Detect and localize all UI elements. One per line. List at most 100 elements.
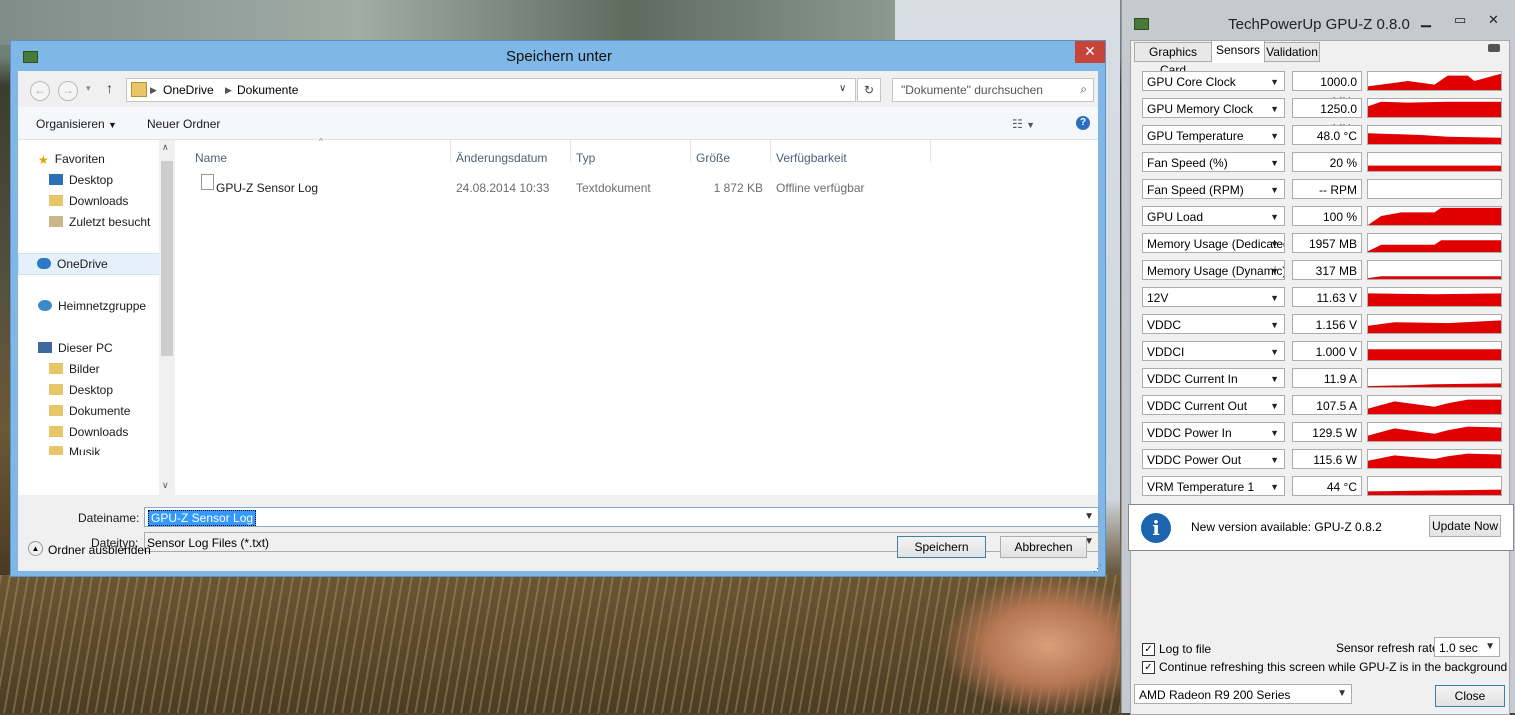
- sensor-name-select[interactable]: VRM Temperature 1 ▼: [1142, 476, 1285, 496]
- chevron-down-icon[interactable]: ∨: [162, 480, 169, 491]
- dialog-titlebar[interactable]: Speichern unter ✕: [11, 41, 1107, 71]
- nav-pictures[interactable]: Bilder: [49, 362, 100, 376]
- save-button[interactable]: Speichern: [897, 536, 986, 558]
- sensor-name-select[interactable]: VDDC ▼: [1142, 314, 1285, 334]
- nav-favorites[interactable]: ★ Favoriten: [38, 152, 105, 167]
- chevron-down-icon[interactable]: ▼: [1270, 342, 1279, 360]
- recent-dropdown-icon[interactable]: ▾: [86, 83, 91, 94]
- breadcrumb-dokumente[interactable]: Dokumente: [237, 83, 298, 97]
- sensor-name-select[interactable]: GPU Load ▼: [1142, 206, 1285, 226]
- column-name[interactable]: Name: [195, 151, 227, 165]
- breadcrumb-onedrive[interactable]: OneDrive: [163, 83, 214, 97]
- chevron-down-icon[interactable]: ▼: [1270, 396, 1279, 414]
- maximize-icon[interactable]: ▭: [1454, 12, 1466, 28]
- close-button[interactable]: Close: [1435, 685, 1505, 707]
- chevron-down-icon[interactable]: ▼: [1084, 511, 1094, 522]
- chevron-up-icon[interactable]: ∧: [162, 142, 169, 153]
- chevron-down-icon[interactable]: ▼: [1270, 153, 1279, 171]
- tab-graphics-card[interactable]: Graphics Card: [1134, 42, 1212, 77]
- chevron-down-icon[interactable]: ▼: [1270, 99, 1279, 117]
- close-icon[interactable]: ✕: [1488, 12, 1499, 28]
- sensor-name-select[interactable]: Fan Speed (RPM) ▼: [1142, 179, 1285, 199]
- nav-downloads[interactable]: Downloads: [49, 194, 128, 208]
- chevron-down-icon[interactable]: ▼: [1485, 641, 1495, 652]
- resize-grip-icon[interactable]: ⋰: [1093, 563, 1102, 574]
- column-divider[interactable]: [930, 140, 931, 162]
- nav-documents[interactable]: Dokumente: [49, 404, 130, 418]
- address-bar[interactable]: ▶ OneDrive ▶ Dokumente ∨: [126, 78, 856, 102]
- sensor-name-select[interactable]: GPU Memory Clock ▼: [1142, 98, 1285, 118]
- filename-input[interactable]: GPU-Z Sensor Log ▼: [144, 507, 1099, 527]
- view-options-icon[interactable]: ☷ ▼: [1012, 117, 1035, 131]
- column-availability[interactable]: Verfügbarkeit: [776, 151, 847, 165]
- nav-onedrive[interactable]: OneDrive: [18, 253, 160, 275]
- gpu-select[interactable]: AMD Radeon R9 200 Series ▼: [1134, 684, 1352, 704]
- column-type[interactable]: Typ: [576, 151, 595, 165]
- help-icon[interactable]: ?: [1076, 116, 1090, 130]
- nav-pc-desktop[interactable]: Desktop: [49, 383, 113, 397]
- sensor-name-select[interactable]: VDDC Current In ▼: [1142, 368, 1285, 388]
- hide-folders-link[interactable]: Ordner ausblenden: [48, 543, 151, 557]
- sensor-name-select[interactable]: VDDC Current Out ▼: [1142, 395, 1285, 415]
- organize-menu[interactable]: Organisieren ▼: [36, 117, 117, 131]
- chevron-down-icon[interactable]: ▼: [1270, 261, 1279, 279]
- sensor-name-select[interactable]: VDDCI ▼: [1142, 341, 1285, 361]
- nav-desktop[interactable]: Desktop: [49, 173, 113, 187]
- nav-homegroup[interactable]: Heimnetzgruppe: [38, 299, 146, 313]
- nav-recent[interactable]: Zuletzt besucht: [49, 215, 150, 229]
- refresh-icon[interactable]: ↻: [857, 78, 881, 102]
- chevron-down-icon[interactable]: ▼: [1270, 180, 1279, 198]
- sensor-name-select[interactable]: GPU Core Clock ▼: [1142, 71, 1285, 91]
- column-divider[interactable]: [770, 140, 771, 162]
- chevron-down-icon[interactable]: ▼: [1270, 288, 1279, 306]
- chevron-down-icon[interactable]: ▼: [1270, 207, 1279, 225]
- file-row[interactable]: GPU-Z Sensor Log 24.08.2014 10:33 Textdo…: [184, 170, 1098, 195]
- nav-this-pc[interactable]: Dieser PC: [38, 341, 113, 355]
- gpuz-titlebar[interactable]: TechPowerUp GPU-Z 0.8.0 ▁ ▭ ✕: [1122, 0, 1515, 40]
- back-arrow-icon[interactable]: ←: [30, 81, 50, 101]
- sensor-name-select[interactable]: VDDC Power In ▼: [1142, 422, 1285, 442]
- nav-music[interactable]: Musik: [49, 445, 100, 455]
- refresh-rate-select[interactable]: 1.0 sec ▼: [1434, 637, 1500, 657]
- sensor-value: 11.9 A: [1292, 368, 1362, 388]
- column-divider[interactable]: [450, 140, 451, 162]
- chevron-down-icon[interactable]: ▼: [1270, 315, 1279, 333]
- chevron-down-icon[interactable]: ▼: [1270, 450, 1279, 468]
- tab-sensors[interactable]: Sensors: [1211, 40, 1265, 63]
- chevron-down-icon[interactable]: ∨: [839, 83, 846, 94]
- cancel-button[interactable]: Abbrechen: [1000, 536, 1087, 558]
- chevron-down-icon[interactable]: ▼: [1270, 234, 1279, 252]
- camera-icon[interactable]: [1488, 44, 1500, 52]
- nav-scrollbar-thumb[interactable]: [161, 161, 173, 356]
- nav-item-label: Dokumente: [69, 404, 131, 418]
- sensor-name-select[interactable]: GPU Temperature ▼: [1142, 125, 1285, 145]
- checkbox-checked-icon[interactable]: ✓: [1142, 643, 1155, 656]
- up-arrow-icon[interactable]: ↑: [106, 80, 113, 96]
- chevron-down-icon[interactable]: ▼: [1270, 369, 1279, 387]
- chevron-down-icon[interactable]: ▼: [1337, 688, 1347, 699]
- new-folder-button[interactable]: Neuer Ordner: [147, 117, 220, 131]
- sensor-name-select[interactable]: VDDC Power Out ▼: [1142, 449, 1285, 469]
- column-divider[interactable]: [690, 140, 691, 162]
- sensor-name-select[interactable]: Memory Usage (Dedicated) ▼: [1142, 233, 1285, 253]
- checkbox-checked-icon[interactable]: ✓: [1142, 661, 1155, 674]
- close-button[interactable]: ✕: [1075, 41, 1105, 63]
- search-input[interactable]: "Dokumente" durchsuchen ⌕: [892, 78, 1094, 102]
- sensor-name-select[interactable]: Memory Usage (Dynamic) ▼: [1142, 260, 1285, 280]
- forward-arrow-icon[interactable]: →: [58, 81, 78, 101]
- chevron-down-icon[interactable]: ▼: [1270, 423, 1279, 441]
- chevron-down-icon[interactable]: ▼: [1270, 72, 1279, 90]
- column-size[interactable]: Größe: [696, 151, 730, 165]
- minimize-icon[interactable]: ▁: [1421, 12, 1431, 28]
- chevron-down-icon[interactable]: ▼: [1270, 126, 1279, 144]
- chevron-up-icon[interactable]: ▲: [28, 541, 43, 556]
- tab-validation[interactable]: Validation: [1264, 42, 1320, 62]
- chevron-down-icon[interactable]: ▼: [1270, 477, 1279, 495]
- sensor-name-select[interactable]: 12V ▼: [1142, 287, 1285, 307]
- update-now-button[interactable]: Update Now: [1429, 515, 1501, 537]
- column-date[interactable]: Änderungsdatum: [456, 151, 547, 165]
- nav-pc-downloads[interactable]: Downloads: [49, 425, 128, 439]
- column-divider[interactable]: [570, 140, 571, 162]
- nav-favorites-label: Favoriten: [54, 152, 105, 166]
- sensor-name-select[interactable]: Fan Speed (%) ▼: [1142, 152, 1285, 172]
